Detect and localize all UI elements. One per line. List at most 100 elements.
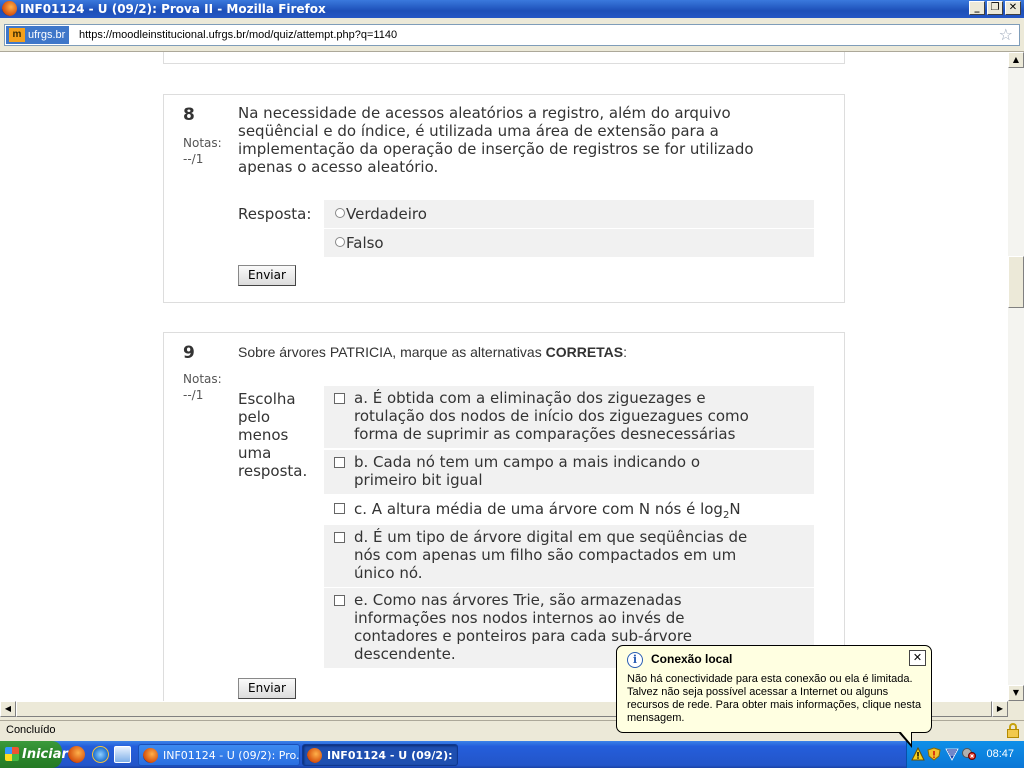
- task-label: INF01124 - U (09/2): Pro...: [163, 749, 300, 762]
- question-number: 8: [183, 105, 195, 125]
- question-text-line: implementação da operação de inserção de…: [238, 140, 754, 158]
- vertical-scrollbar[interactable]: ▲ ▼: [1008, 52, 1024, 701]
- start-button[interactable]: Iniciar: [0, 741, 68, 768]
- site-logo-icon: m: [9, 28, 25, 42]
- network-connection-icon[interactable]: [962, 747, 976, 761]
- option-text-line: rotulação dos nodos de início dos ziguez…: [354, 407, 749, 425]
- grade-label: Notas:: [183, 136, 222, 150]
- firefox-quicklaunch-icon[interactable]: [68, 746, 85, 763]
- window-controls: _ ❐ ✕: [969, 1, 1021, 15]
- submit-button[interactable]: Enviar: [238, 265, 296, 286]
- checkbox[interactable]: [334, 457, 345, 468]
- internet-explorer-icon[interactable]: [92, 746, 109, 763]
- option-text: c. A altura média de uma árvore com N nó…: [354, 500, 794, 525]
- option-text-line: primeiro bit igual: [354, 471, 483, 489]
- network-notification-balloon[interactable]: i Conexão local ✕ Não há conectividade p…: [616, 645, 932, 733]
- lock-icon[interactable]: [1006, 723, 1020, 738]
- question-8: 8 Notas: --/1 Na necessidade de acessos …: [163, 94, 845, 303]
- balloon-message[interactable]: Não há conectividade para esta conexão o…: [627, 673, 923, 725]
- scroll-down-button[interactable]: ▼: [1008, 685, 1024, 701]
- url-text[interactable]: https://moodleinstitucional.ufrgs.br/mod…: [79, 25, 397, 45]
- question-text-line: seqüêncial e do índice, é utilizada uma …: [238, 122, 719, 140]
- checkbox[interactable]: [334, 532, 345, 543]
- question-grade: Notas: --/1: [183, 371, 233, 403]
- option-text: b. Cada nó tem um campo a mais indicando…: [354, 453, 794, 489]
- option-d[interactable]: d. É um tipo de árvore digital em que se…: [324, 525, 814, 587]
- taskbar-task-active[interactable]: INF01124 - U (09/2): ...: [302, 744, 458, 766]
- question-text-start: Sobre árvores PATRICIA, marque as altern…: [238, 344, 546, 360]
- grade-label: Notas:: [183, 372, 222, 386]
- option-c[interactable]: c. A altura média de uma árvore com N nó…: [324, 495, 814, 523]
- balloon-title: Conexão local: [651, 652, 733, 666]
- response-label-line: menos: [238, 426, 289, 444]
- option-text-line: informações nos nodos internos ao invés …: [354, 609, 685, 627]
- checkbox[interactable]: [334, 503, 345, 514]
- security-shield-icon[interactable]: [927, 747, 941, 761]
- scroll-up-button[interactable]: ▲: [1008, 52, 1024, 68]
- option-text-end: N: [729, 500, 741, 518]
- vertical-scroll-thumb[interactable]: [1008, 256, 1024, 308]
- firefox-icon: [2, 1, 17, 16]
- question-text-line: apenas o acesso aleatório.: [238, 158, 439, 176]
- system-tray: 08:47: [906, 741, 1024, 768]
- close-icon[interactable]: ✕: [909, 650, 926, 666]
- option-label: Verdadeiro: [346, 205, 427, 223]
- task-label: INF01124 - U (09/2): ...: [327, 749, 458, 762]
- navigation-toolbar: m ufrgs.br https://moodleinstitucional.u…: [0, 18, 1024, 52]
- firefox-icon: [143, 748, 158, 763]
- option-label: Falso: [346, 234, 384, 252]
- site-identity-button[interactable]: m ufrgs.br: [6, 26, 70, 44]
- option-text-start: c. A altura média de uma árvore com N nó…: [354, 500, 723, 518]
- option-text-line: forma de suprimir as comparações desnece…: [354, 425, 736, 443]
- windows-flag-icon: [5, 747, 19, 761]
- submit-button[interactable]: Enviar: [238, 678, 296, 699]
- option-text-line: d. É um tipo de árvore digital em que se…: [354, 528, 748, 546]
- option-b[interactable]: b. Cada nó tem um campo a mais indicando…: [324, 450, 814, 494]
- clock[interactable]: 08:47: [986, 741, 1014, 768]
- option-text-line: único nó.: [354, 564, 423, 582]
- question-text-line: Na necessidade de acessos aleatórios a r…: [238, 104, 731, 122]
- show-desktop-icon[interactable]: [114, 746, 131, 763]
- option-text-line: nós com apenas um filho são compactados …: [354, 546, 737, 564]
- response-label: Escolha pelo menos uma resposta.: [238, 390, 307, 480]
- option-text: d. É um tipo de árvore digital em que se…: [354, 528, 794, 582]
- option-falso[interactable]: Falso: [324, 229, 814, 257]
- option-text-line: e. Como nas árvores Trie, são armazenada…: [354, 591, 682, 609]
- option-a[interactable]: a. É obtida com a eliminação dos zigueza…: [324, 386, 814, 448]
- grade-value: --/1: [183, 388, 204, 402]
- minimize-button[interactable]: _: [969, 1, 985, 15]
- question-text: Sobre árvores PATRICIA, marque as altern…: [238, 343, 627, 361]
- option-text-line: a. É obtida com a eliminação dos zigueza…: [354, 389, 706, 407]
- checkbox[interactable]: [334, 393, 345, 404]
- response-label: Resposta:: [238, 205, 312, 223]
- response-label-line: uma: [238, 444, 272, 462]
- restore-button[interactable]: ❐: [987, 1, 1003, 15]
- page-content: 8 Notas: --/1 Na necessidade de acessos …: [0, 52, 1008, 701]
- option-verdadeiro[interactable]: Verdadeiro: [324, 200, 814, 228]
- question-text-emphasis: CORRETAS: [545, 344, 624, 360]
- window-titlebar[interactable]: INF01124 - U (09/2): Prova II - Mozilla …: [0, 0, 1024, 18]
- antivirus-icon[interactable]: [945, 747, 959, 761]
- close-window-button[interactable]: ✕: [1005, 1, 1021, 15]
- start-label: Iniciar: [22, 747, 68, 762]
- taskbar-task[interactable]: INF01124 - U (09/2): Pro...: [138, 744, 300, 766]
- question-grade: Notas: --/1: [183, 135, 233, 167]
- star-icon[interactable]: ☆: [999, 25, 1013, 45]
- response-label-line: pelo: [238, 408, 271, 426]
- question-text-end: :: [623, 344, 628, 360]
- option-text-line: b. Cada nó tem um campo a mais indicando…: [354, 453, 701, 471]
- taskbar: Iniciar INF01124 - U (09/2): Pro... INF0…: [0, 741, 1024, 768]
- question-text: Na necessidade de acessos aleatórios a r…: [238, 104, 828, 176]
- scroll-right-button[interactable]: ▶: [992, 701, 1008, 717]
- url-input[interactable]: m ufrgs.br https://moodleinstitucional.u…: [4, 24, 1020, 46]
- radio-button[interactable]: [335, 237, 345, 247]
- grade-value: --/1: [183, 152, 204, 166]
- radio-button[interactable]: [335, 208, 345, 218]
- previous-question-box: [163, 52, 845, 64]
- firefox-icon: [307, 748, 322, 763]
- site-identity-label: ufrgs.br: [28, 29, 66, 41]
- window-title: INF01124 - U (09/2): Prova II - Mozilla …: [20, 2, 326, 16]
- checkbox[interactable]: [334, 595, 345, 606]
- scroll-left-button[interactable]: ◀: [0, 701, 16, 717]
- network-warning-icon[interactable]: [911, 747, 925, 761]
